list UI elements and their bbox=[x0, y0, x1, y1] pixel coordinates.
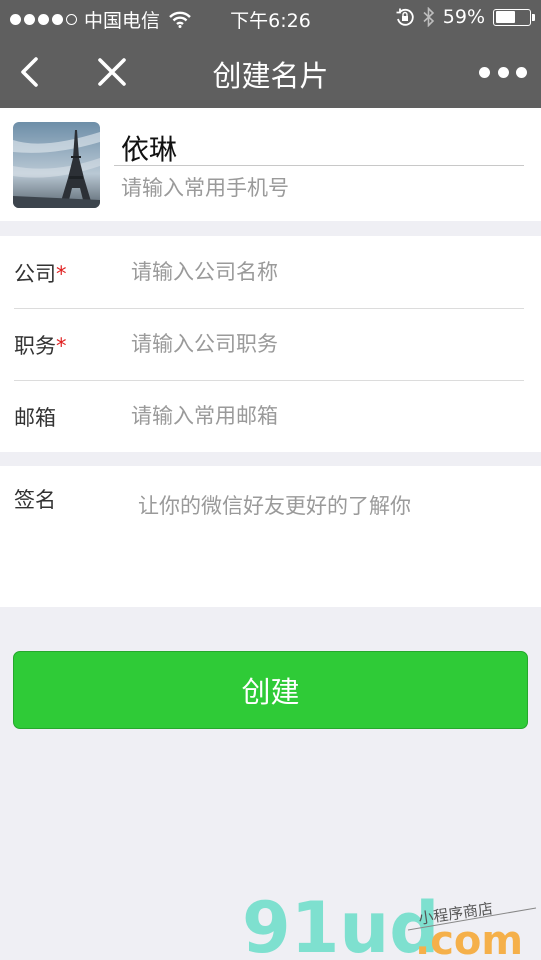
name-underline bbox=[114, 165, 524, 166]
more-dot-icon bbox=[497, 66, 509, 78]
avatar[interactable] bbox=[13, 122, 100, 208]
position-input[interactable] bbox=[131, 328, 521, 360]
email-input[interactable] bbox=[131, 400, 521, 432]
status-bar: 中国电信 下午6:26 59% bbox=[0, 0, 541, 36]
signature-card: 签名 bbox=[0, 466, 541, 607]
position-row: 职务* bbox=[0, 308, 541, 380]
company-label: 公司* bbox=[14, 262, 67, 286]
create-button[interactable]: 创建 bbox=[13, 651, 528, 729]
position-label: 职务* bbox=[14, 334, 67, 358]
navigation-bar: 创建名片 bbox=[0, 36, 541, 108]
email-row: 邮箱 bbox=[0, 380, 541, 452]
signature-label: 签名 bbox=[14, 488, 56, 512]
svg-text:91ud: 91ud bbox=[242, 887, 439, 960]
email-label: 邮箱 bbox=[14, 406, 56, 430]
signature-input[interactable] bbox=[134, 490, 524, 590]
company-input[interactable] bbox=[131, 256, 521, 288]
profile-name[interactable]: 依琳 bbox=[121, 128, 177, 168]
battery-percentage: 59% bbox=[442, 6, 485, 28]
required-mark: * bbox=[56, 262, 67, 286]
bluetooth-icon bbox=[423, 7, 434, 27]
battery-level bbox=[495, 11, 515, 23]
status-right: 59% bbox=[395, 6, 535, 28]
info-form: 公司* 职务* 邮箱 bbox=[0, 236, 541, 452]
phone-input[interactable] bbox=[121, 173, 521, 203]
page-title: 创建名片 bbox=[212, 59, 329, 93]
more-options-button[interactable] bbox=[479, 60, 527, 84]
battery-icon bbox=[493, 8, 535, 26]
eiffel-tower-photo bbox=[13, 122, 100, 208]
more-dot-icon bbox=[516, 66, 527, 78]
company-row: 公司* bbox=[0, 236, 541, 308]
required-mark: * bbox=[56, 334, 67, 358]
watermark-logo: 91ud .com 小程序商店 bbox=[242, 887, 537, 960]
profile-card: 依琳 bbox=[0, 108, 541, 221]
more-dot-icon bbox=[479, 66, 490, 78]
orientation-lock-icon bbox=[396, 8, 414, 26]
